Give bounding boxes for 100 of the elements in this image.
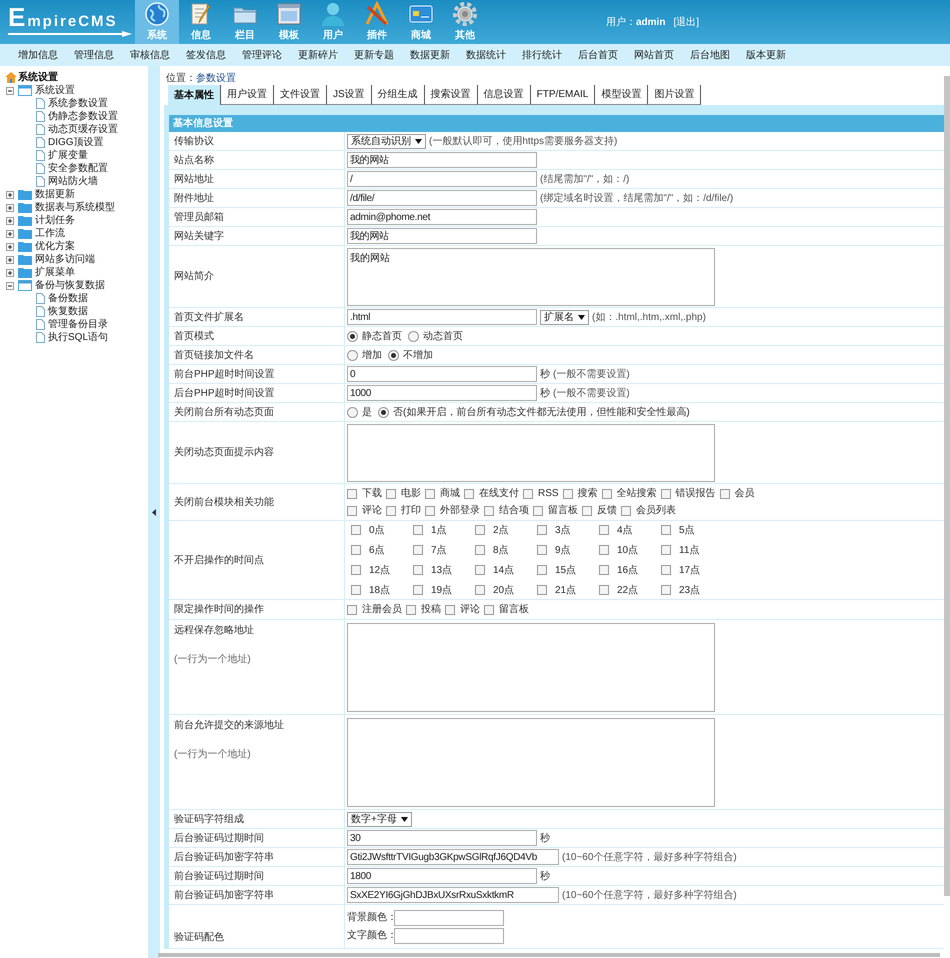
checkbox[interactable] — [523, 488, 533, 498]
menu-link[interactable]: 后台地图 — [690, 48, 730, 62]
checkbox[interactable] — [475, 585, 485, 595]
tab[interactable]: 模型设置 — [595, 85, 648, 105]
checkbox[interactable] — [475, 545, 485, 555]
checkbox[interactable] — [347, 506, 357, 516]
tree-item[interactable]: 优化方案 — [35, 239, 75, 254]
menu-link[interactable]: 更新专题 — [354, 48, 394, 62]
tree-item[interactable]: 网站多访问端 — [35, 252, 95, 267]
checkbox[interactable] — [562, 488, 573, 498]
checkbox[interactable] — [413, 525, 423, 535]
checkbox[interactable] — [484, 604, 494, 614]
tab[interactable]: 信息设置 — [478, 85, 531, 105]
text-area[interactable] — [347, 622, 715, 712]
checkbox[interactable] — [602, 488, 612, 498]
checkbox[interactable] — [386, 506, 396, 516]
expand-icon[interactable] — [6, 230, 14, 238]
checkbox[interactable] — [582, 506, 592, 516]
expand-icon[interactable] — [6, 190, 14, 198]
checkbox[interactable] — [661, 545, 671, 555]
dropdown[interactable]: 扩展名 — [540, 310, 589, 324]
tree-item[interactable]: 备份数据 — [48, 291, 88, 306]
checkbox[interactable] — [537, 545, 547, 555]
text-field[interactable]: .html — [347, 309, 537, 325]
menu-link[interactable]: 管理评论 — [242, 48, 282, 62]
tree-item[interactable]: DIGG顶设置 — [48, 135, 104, 150]
tree-item[interactable]: 系统设置 — [35, 83, 75, 98]
menu-link[interactable]: 后台首页 — [578, 48, 618, 62]
menu-link[interactable]: 管理信息 — [74, 48, 114, 62]
checkbox[interactable] — [475, 525, 485, 535]
text-field[interactable]: 1800 — [347, 868, 537, 884]
text-field[interactable]: /d/file/ — [347, 190, 537, 206]
radio-button[interactable] — [347, 330, 358, 342]
tree-item[interactable]: 恢复数据 — [48, 304, 88, 319]
tab[interactable]: 用户设置 — [221, 85, 274, 105]
menu-link[interactable]: 数据统计 — [466, 48, 506, 62]
checkbox[interactable] — [599, 525, 609, 535]
tree-item[interactable]: 动态页缓存设置 — [48, 122, 118, 137]
collapse-icon[interactable] — [6, 282, 14, 290]
expand-icon[interactable] — [6, 204, 14, 212]
checkbox[interactable] — [660, 488, 671, 498]
text-field[interactable]: / — [347, 171, 537, 187]
tree-item[interactable]: 扩展变量 — [48, 148, 88, 163]
text-field[interactable] — [394, 928, 504, 944]
menu-link[interactable]: 数据更新 — [410, 48, 450, 62]
checkbox[interactable] — [599, 545, 609, 555]
checkbox[interactable] — [661, 525, 671, 535]
expand-icon[interactable] — [6, 256, 14, 264]
checkbox[interactable] — [464, 488, 474, 498]
menu-link[interactable]: 审核信息 — [130, 48, 170, 62]
checkbox[interactable] — [599, 565, 609, 575]
dropdown[interactable]: 系统自动识别 — [347, 134, 426, 148]
collapse-icon[interactable] — [6, 86, 14, 94]
tab[interactable]: 文件设置 — [274, 85, 327, 105]
checkbox[interactable] — [445, 604, 455, 614]
collapse-arrow-icon[interactable] — [152, 508, 156, 516]
menu-link[interactable]: 签发信息 — [186, 48, 226, 62]
text-area[interactable] — [347, 718, 715, 806]
radio-button[interactable] — [408, 330, 419, 342]
tree-item[interactable]: 伪静态参数设置 — [48, 109, 118, 124]
checkbox[interactable] — [484, 506, 494, 516]
checkbox[interactable] — [537, 525, 547, 535]
checkbox[interactable] — [661, 565, 671, 575]
checkbox[interactable] — [533, 506, 543, 516]
text-area[interactable]: 我的网站 — [347, 248, 715, 306]
checkbox[interactable] — [599, 585, 609, 595]
tab[interactable]: 搜索设置 — [424, 85, 478, 105]
tab[interactable]: 基本属性 — [168, 85, 221, 105]
radio-button[interactable] — [347, 350, 358, 360]
checkbox[interactable] — [351, 565, 361, 575]
checkbox[interactable] — [720, 488, 730, 498]
tree-item[interactable]: 安全参数配置 — [48, 161, 108, 176]
tree-item[interactable]: 工作流 — [35, 226, 65, 241]
checkbox[interactable] — [621, 506, 631, 516]
tree-item[interactable]: 执行SQL语句 — [48, 330, 108, 345]
tree-item[interactable]: 扩展菜单 — [35, 265, 75, 280]
text-area[interactable] — [347, 424, 715, 482]
text-field[interactable]: admin@phome.net — [347, 209, 537, 225]
scrollbar[interactable] — [158, 953, 940, 957]
checkbox[interactable] — [351, 545, 361, 555]
checkbox[interactable] — [413, 565, 423, 575]
checkbox[interactable] — [406, 604, 416, 614]
checkbox[interactable] — [386, 488, 396, 498]
checkbox[interactable] — [661, 585, 671, 595]
checkbox[interactable] — [413, 585, 423, 595]
text-field[interactable]: 0 — [347, 366, 537, 382]
text-field[interactable]: Gti2JWsfttrTVIGugb3GKpwSGlRqfJ6QD4Vb — [347, 849, 559, 865]
dropdown[interactable]: 数字+字母 — [347, 812, 412, 826]
radio-button[interactable] — [388, 350, 399, 360]
tree-item[interactable]: 计划任务 — [35, 213, 75, 228]
tree-item[interactable]: 数据更新 — [35, 187, 75, 202]
checkbox[interactable] — [413, 545, 423, 555]
checkbox[interactable] — [537, 585, 547, 595]
tree-item[interactable]: 系统参数设置 — [48, 96, 108, 111]
checkbox[interactable] — [351, 585, 361, 595]
checkbox[interactable] — [347, 488, 357, 498]
menu-link[interactable]: 排行统计 — [522, 48, 562, 62]
checkbox[interactable] — [425, 506, 435, 516]
tab[interactable]: FTP/EMAIL — [530, 85, 596, 105]
scrollbar[interactable] — [944, 76, 950, 896]
